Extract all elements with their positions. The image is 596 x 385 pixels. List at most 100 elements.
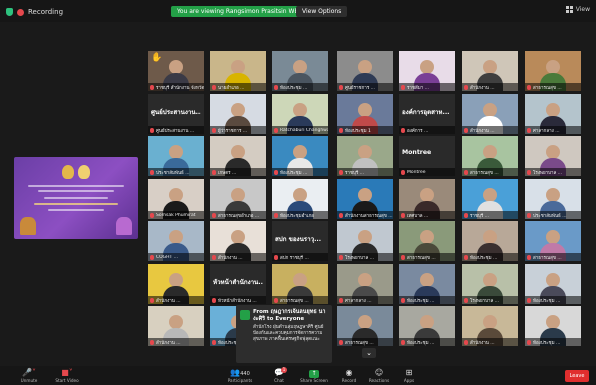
participant-tile[interactable]: สำนักงาน ... — [462, 306, 518, 346]
chat-popup[interactable]: From ฤษฎากรเจ้นลนยุทธ นางะศิริ to Everyo… — [236, 305, 332, 363]
participant-tile[interactable]: ห้องประชุม ... — [525, 264, 581, 304]
participant-name: องค์การ ... — [407, 128, 429, 134]
mic-muted-icon — [150, 84, 154, 90]
name-caption: สาธารณสุข ... — [525, 253, 581, 261]
participant-tile[interactable]: เกษตร ... — [210, 136, 266, 176]
recording-indicator[interactable]: Recording — [6, 6, 63, 18]
participant-tile[interactable]: สาธารณสุข ... — [525, 221, 581, 261]
participant-tile[interactable]: สำนักงาน ... — [462, 94, 518, 134]
participant-tile[interactable]: ประชาสัมพันธ์ ... — [525, 179, 581, 219]
mic-muted-icon — [150, 297, 154, 303]
mic-muted-icon — [274, 127, 278, 133]
participant-head — [231, 103, 245, 117]
name-caption: ผู้ว่าราชการ ... — [210, 126, 266, 134]
participant-tile[interactable]: สำนักงานสาธารณสุข ... — [337, 179, 393, 219]
participant-tile[interactable]: ห้องประชุม 1 — [337, 94, 393, 134]
reactions-button[interactable]: ☺ Reactions — [362, 368, 396, 383]
chat-label: Chat — [274, 378, 284, 383]
participant-tile[interactable]: ห้องประชุม ... — [525, 306, 581, 346]
participant-tile[interactable]: ✋ ราชบุรี สำนักงาน จังหวัด — [148, 51, 204, 91]
participant-tile[interactable]: ห้องประชุม ... — [399, 306, 455, 346]
name-caption: ศูนย์ประสานงาน ... — [148, 126, 204, 134]
unmute-label: Unmute — [20, 378, 38, 383]
view-options-button[interactable]: View Options — [296, 6, 348, 17]
participant-tile[interactable]: สำนักงาน ... — [148, 306, 204, 346]
participant-tile[interactable]: สาธารณสุข ... — [525, 51, 581, 91]
name-caption: ประชาสัมพันธ์ ... — [148, 168, 204, 176]
participant-tile[interactable]: หัวหน้าสำนักงาน... หัวหน้าสำนักงาน ... — [210, 264, 266, 304]
participant-head — [546, 188, 560, 202]
participant-tile[interactable]: สาธารณสุขอำเภอ ... — [210, 179, 266, 219]
participant-tile[interactable]: ผู้ว่าราชการ ... — [210, 94, 266, 134]
participant-tile[interactable]: Somsak Phumirat — [148, 179, 204, 219]
participant-name: ห้องประชุม ... — [470, 255, 498, 261]
participants-button[interactable]: 👥440 Participants — [223, 368, 257, 383]
participant-tile[interactable]: องค์การอุตสาห... องค์การ ... — [399, 94, 455, 134]
mic-muted-icon — [150, 212, 154, 218]
participant-head — [169, 273, 183, 287]
name-caption: โรงพยาบาล ... — [525, 168, 581, 176]
participant-tile[interactable]: นายอำเภอ ... — [210, 51, 266, 91]
mic-muted-icon — [527, 84, 531, 90]
participant-tile[interactable]: ศาลากลาง ... — [525, 94, 581, 134]
participant-head — [483, 145, 497, 159]
mic-muted-icon — [339, 254, 343, 260]
participant-name: ราชบุรี ... — [345, 170, 364, 176]
unmute-button[interactable]: 🎤˅ Unmute — [12, 368, 46, 383]
participant-tile[interactable]: Ratchaburi Changhwat — [272, 94, 328, 134]
start-video-button[interactable]: ■˅ Start Video — [50, 368, 84, 383]
start-video-label: Start Video — [55, 378, 79, 383]
share-screen-button[interactable]: ↑ Share Screen — [297, 368, 331, 383]
participant-head — [358, 60, 372, 74]
participant-tile[interactable]: สาธารณสุข ... — [399, 221, 455, 261]
apps-button[interactable]: ⊞ Apps — [392, 368, 426, 383]
name-caption: นายอำเภอ ... — [210, 83, 266, 91]
name-caption: Somsak Phumirat — [148, 211, 204, 219]
participant-tile[interactable]: ราชบุรี ... — [337, 136, 393, 176]
view-button[interactable]: View — [565, 6, 590, 13]
participant-tile[interactable]: สาธารณสุข ... — [272, 264, 328, 304]
participant-tile[interactable]: Montree Montree — [399, 136, 455, 176]
chat-button[interactable]: 💬 1 Chat — [262, 367, 296, 383]
participant-tile[interactable]: ราชสีมา ... — [399, 51, 455, 91]
participant-tile[interactable]: โรงพยาบาล ... — [525, 136, 581, 176]
chevron-down-icon[interactable]: ⌄ — [362, 348, 376, 358]
participant-tile[interactable]: COGHT ... — [148, 221, 204, 261]
participant-tile[interactable]: โรงพยาบาล ... — [337, 221, 393, 261]
participant-tile[interactable]: ศูนย์ประสานงาน... ศูนย์ประสานงาน ... — [148, 94, 204, 134]
participant-head — [293, 103, 307, 117]
recording-label: Recording — [28, 8, 64, 16]
mic-muted-icon — [274, 169, 278, 175]
participant-tile[interactable]: ห้องประชุม ... — [462, 221, 518, 261]
participant-head — [420, 60, 434, 74]
participant-tile[interactable]: ราชบุรี ... — [462, 179, 518, 219]
participant-tile[interactable]: เทศบาล ... — [399, 179, 455, 219]
participant-head — [358, 103, 372, 117]
participant-tile[interactable]: ศาลากลาง ... — [337, 264, 393, 304]
participant-tile[interactable]: สำนักงาน ... — [148, 264, 204, 304]
leave-button[interactable]: Leave — [565, 370, 589, 382]
mic-muted-icon — [401, 169, 405, 175]
record-button[interactable]: ◉ Record — [332, 368, 366, 383]
participant-tile[interactable]: ห้องประชุม ... — [399, 264, 455, 304]
participant-tile[interactable]: สำนักงาน ... — [210, 221, 266, 261]
participant-tile[interactable]: ศูนย์ราชการ ... — [337, 51, 393, 91]
participant-tile[interactable]: ห้องประชุมอำเภอ — [272, 179, 328, 219]
shared-screen[interactable] — [14, 157, 138, 239]
participant-tile[interactable]: ห้องประชุม ... — [272, 136, 328, 176]
participant-head — [546, 60, 560, 74]
participant-tile[interactable]: ประชาสัมพันธ์ ... — [148, 136, 204, 176]
mic-muted-icon — [212, 254, 216, 260]
participant-name: COGHT ... — [156, 254, 179, 260]
participant-head — [483, 60, 497, 74]
participant-tile[interactable]: สาธารณสุข ... — [462, 136, 518, 176]
name-caption: ห้องประชุม ... — [399, 338, 455, 346]
participant-tile[interactable]: สาธารณสุข ... — [337, 306, 393, 346]
participant-head — [231, 145, 245, 159]
participant-tile[interactable]: สำนักงาน ... — [462, 51, 518, 91]
participant-tile[interactable]: โรงพยาบาล ... — [462, 264, 518, 304]
name-caption: ห้องประชุม 1 — [337, 126, 393, 134]
participant-tile[interactable]: ห้องประชุม ... — [272, 51, 328, 91]
participant-tile[interactable]: สปก ของนราวุ... สปก ราชบุรี ... — [272, 221, 328, 261]
participants-label: Participants — [227, 378, 253, 383]
